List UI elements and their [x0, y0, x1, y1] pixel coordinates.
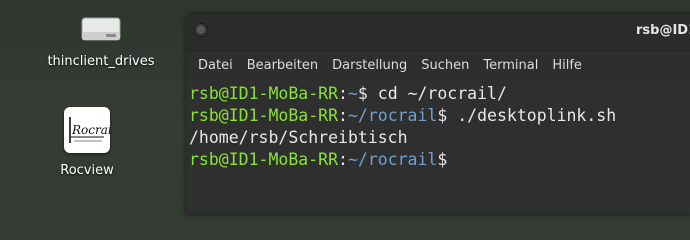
window-title: rsb@ID1-: [636, 23, 690, 38]
terminal-line: rsb@ID1-MoBa-RR:~$ cd ~/rocrail/: [189, 83, 690, 105]
prompt-path: ~/rocrail: [347, 106, 438, 125]
menu-hilfe[interactable]: Hilfe: [545, 58, 589, 73]
terminal-line: rsb@ID1-MoBa-RR:~/rocrail$ ./desktoplink…: [189, 105, 690, 127]
menu-bar: Datei Bearbeiten Darstellung Suchen Term…: [186, 51, 690, 79]
prompt-separator: :: [338, 150, 348, 169]
prompt-separator: :: [338, 106, 348, 125]
prompt-separator: :: [338, 84, 348, 103]
menu-datei[interactable]: Datei: [191, 58, 240, 73]
prompt-user-host: rsb@ID1-MoBa-RR: [189, 84, 339, 103]
command-text: cd ~/rocrail/: [367, 84, 507, 103]
prompt-path: ~: [347, 84, 358, 103]
prompt-path: ~/rocrail: [347, 150, 438, 169]
command-text: ./desktoplink.sh: [447, 106, 617, 125]
menu-suchen[interactable]: Suchen: [414, 58, 476, 73]
desktop-icon-rocview[interactable]: Rocrail Rocview: [22, 0, 152, 178]
prompt-user-host: rsb@ID1-MoBa-RR: [189, 106, 339, 125]
terminal-line: rsb@ID1-MoBa-RR:~/rocrail$: [189, 149, 690, 171]
window-menu-button[interactable]: [194, 23, 208, 37]
terminal-window[interactable]: rsb@ID1- Datei Bearbeiten Darstellung Su…: [186, 14, 690, 214]
terminal-output[interactable]: rsb@ID1-MoBa-RR:~$ cd ~/rocrail/ rsb@ID1…: [186, 80, 690, 214]
prompt-symbol: $: [437, 106, 448, 125]
menu-terminal[interactable]: Terminal: [476, 58, 545, 73]
rocview-app-icon: Rocrail: [64, 107, 110, 153]
desktop-icon-label: Rocview: [60, 163, 114, 178]
command-output: /home/rsb/Schreibtisch: [189, 128, 408, 147]
menu-bearbeiten[interactable]: Bearbeiten: [240, 58, 325, 73]
prompt-symbol: $: [357, 84, 368, 103]
terminal-line: /home/rsb/Schreibtisch: [189, 127, 690, 149]
menu-darstellung[interactable]: Darstellung: [325, 58, 414, 73]
desktop-background: thinclient_drives Rocrail Rocview rsb@ID…: [0, 0, 690, 214]
window-titlebar[interactable]: rsb@ID1-: [186, 14, 690, 51]
prompt-user-host: rsb@ID1-MoBa-RR: [189, 150, 339, 169]
prompt-symbol: $: [437, 150, 448, 169]
rocrail-logo-text: Rocrail: [71, 123, 110, 137]
